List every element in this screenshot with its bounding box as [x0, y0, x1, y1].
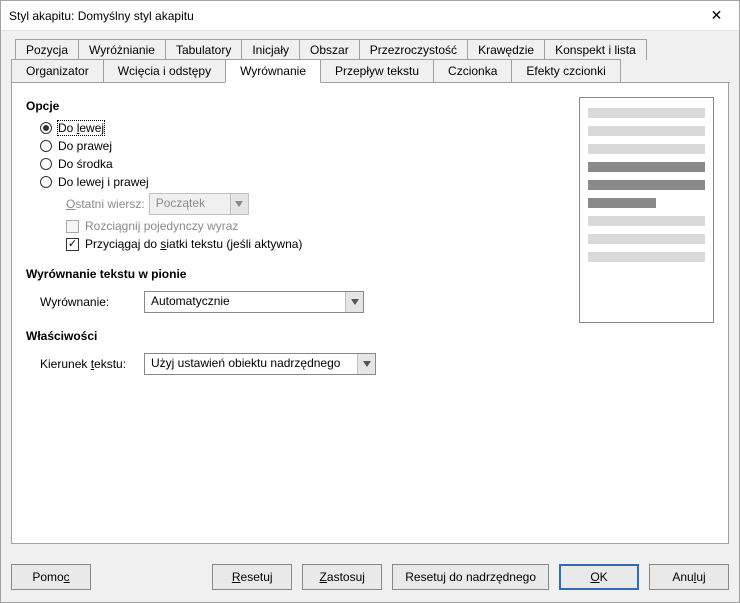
tab-borders[interactable]: Krawędzie: [467, 39, 545, 60]
last-line-value: Początek: [150, 194, 230, 214]
last-line-label: Ostatni wiersz:: [66, 197, 145, 211]
radio-justify-label: Do lewej i prawej: [58, 175, 149, 189]
vertical-label: Wyrównanie:: [40, 295, 140, 309]
tab-filler: [620, 59, 730, 83]
preview-line: [588, 180, 705, 190]
alignment-preview: [579, 97, 714, 323]
close-button[interactable]: ✕: [694, 1, 739, 31]
vertical-value: Automatycznie: [145, 292, 345, 312]
dialog-window: Styl akapitu: Domyślny styl akapitu ✕ Po…: [0, 0, 740, 603]
tab-font-effects[interactable]: Efekty czcionki: [511, 59, 620, 83]
expand-single-label: Rozciągnij pojedynczy wyraz: [85, 219, 238, 233]
window-title: Styl akapitu: Domyślny styl akapitu: [9, 9, 194, 23]
chevron-down-icon[interactable]: [345, 292, 363, 312]
radio-icon: [40, 140, 52, 152]
section-properties: Właściwości: [26, 329, 714, 343]
chevron-down-icon: [230, 194, 248, 214]
apply-button[interactable]: Zastosuj: [302, 564, 382, 590]
footer: Pomoc Resetuj Zastosuj Resetuj do nadrzę…: [1, 554, 739, 602]
tab-row-lower: Organizator Wcięcia i odstępy Wyrównanie…: [11, 59, 729, 83]
tab-page: Opcje Do lewej Do prawej Do środka Do le…: [11, 83, 729, 544]
tab-tabs[interactable]: Tabulatory: [165, 39, 242, 60]
snap-grid-label: Przyciągaj do siatki tekstu (jeśli aktyw…: [85, 237, 302, 251]
tab-indents[interactable]: Wcięcia i odstępy: [103, 59, 226, 83]
direction-combo[interactable]: Użyj ustawień obiektu nadrzędnego: [144, 353, 376, 375]
radio-left-label: Do lewej: [58, 121, 104, 135]
chevron-down-icon[interactable]: [357, 354, 375, 374]
reset-parent-button[interactable]: Resetuj do nadrzędnego: [392, 564, 549, 590]
footer-spacer: [101, 564, 202, 590]
help-button[interactable]: Pomoc: [11, 564, 91, 590]
tab-highlighting[interactable]: Wyróżnianie: [78, 39, 166, 60]
preview-line: [588, 198, 656, 208]
preview-line: [588, 144, 705, 154]
radio-icon: [40, 122, 52, 134]
preview-line: [588, 252, 705, 262]
direction-value: Użyj ustawień obiektu nadrzędnego: [145, 354, 357, 374]
reset-button[interactable]: Resetuj: [212, 564, 292, 590]
tab-transparency[interactable]: Przezroczystość: [359, 39, 468, 60]
preview-line: [588, 126, 705, 136]
titlebar: Styl akapitu: Domyślny styl akapitu ✕: [1, 1, 739, 31]
tab-alignment[interactable]: Wyrównanie: [225, 59, 321, 83]
preview-line: [588, 162, 705, 172]
tab-text-flow[interactable]: Przepływ tekstu: [320, 59, 434, 83]
tab-row-upper: Pozycja Wyróżnianie Tabulatory Inicjały …: [15, 39, 725, 60]
radio-icon: [40, 158, 52, 170]
radio-center-label: Do środka: [58, 157, 113, 171]
preview-line: [588, 216, 705, 226]
tab-area[interactable]: Obszar: [299, 39, 360, 60]
ok-button[interactable]: OK: [559, 564, 639, 590]
cancel-button[interactable]: Anuluj: [649, 564, 729, 590]
radio-icon: [40, 176, 52, 188]
content-area: Pozycja Wyróżnianie Tabulatory Inicjały …: [1, 31, 739, 554]
tab-dropcaps[interactable]: Inicjały: [241, 39, 300, 60]
radio-right-label: Do prawej: [58, 139, 112, 153]
preview-line: [588, 234, 705, 244]
preview-line: [588, 108, 705, 118]
last-line-combo: Początek: [149, 193, 249, 215]
vertical-combo[interactable]: Automatycznie: [144, 291, 364, 313]
tab-font[interactable]: Czcionka: [433, 59, 512, 83]
tab-organizer[interactable]: Organizator: [11, 59, 104, 83]
tab-position[interactable]: Pozycja: [15, 39, 79, 60]
direction-row: Kierunek tekstu: Użyj ustawień obiektu n…: [26, 349, 714, 379]
tab-outline-list[interactable]: Konspekt i lista: [544, 39, 647, 60]
checkbox-icon: [66, 238, 79, 251]
tab-container: Pozycja Wyróżnianie Tabulatory Inicjały …: [11, 39, 729, 83]
checkbox-icon: [66, 220, 79, 233]
direction-label: Kierunek tekstu:: [40, 357, 140, 371]
